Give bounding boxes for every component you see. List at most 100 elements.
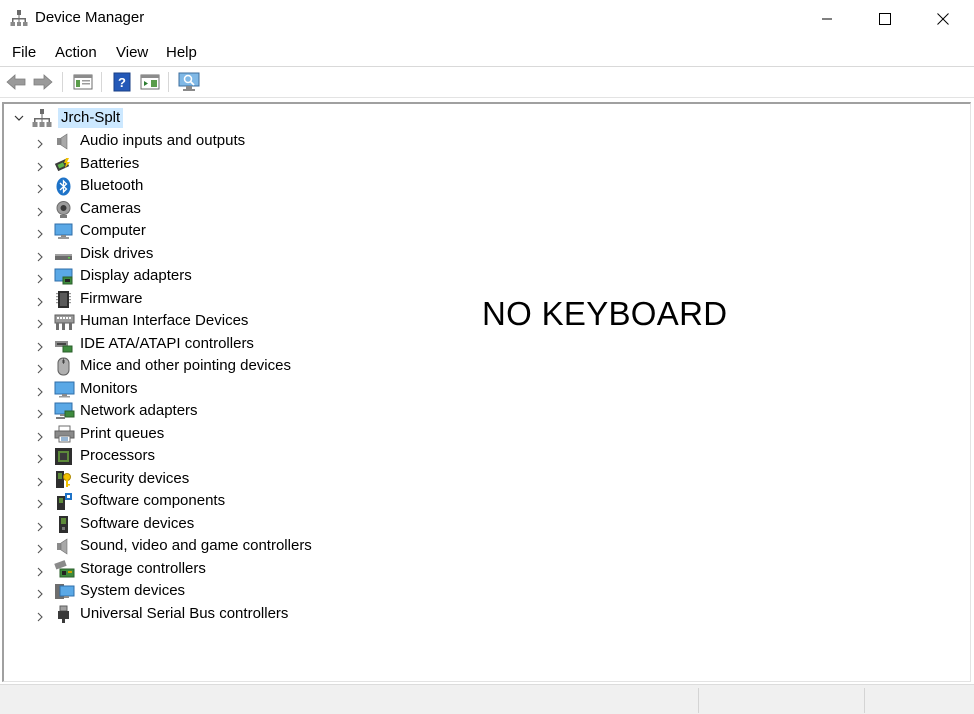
tree-item-label: Cameras (80, 199, 141, 217)
update-driver-icon (140, 74, 160, 90)
chevron-right-icon[interactable] (36, 181, 44, 199)
tree-item-system-devices[interactable]: System devices (4, 580, 404, 603)
properties-button[interactable] (72, 71, 94, 93)
chevron-right-icon[interactable] (36, 249, 44, 267)
tree-item-computer[interactable]: Computer (4, 220, 404, 243)
device-manager-app-icon (10, 9, 28, 27)
tree-item-storage-controllers[interactable]: Storage controllers (4, 558, 404, 581)
hid-icon (54, 312, 75, 331)
chevron-right-icon[interactable] (36, 136, 44, 154)
chevron-right-icon[interactable] (36, 271, 44, 289)
chevron-right-icon[interactable] (36, 159, 44, 177)
tree-item-label: Monitors (80, 379, 138, 397)
chevron-right-icon[interactable] (36, 609, 44, 627)
status-pane (698, 688, 699, 713)
menu-action[interactable]: Action (55, 44, 97, 61)
tree-item-network-adapters[interactable]: Network adapters (4, 400, 404, 423)
forward-button[interactable] (32, 71, 54, 93)
processor-icon (54, 447, 73, 466)
camera-icon (54, 200, 73, 219)
tree-item-label: Security devices (80, 469, 190, 487)
chevron-right-icon[interactable] (36, 541, 44, 559)
tree-root[interactable]: Jrch-Splt (10, 108, 310, 128)
overlay-annotation: NO KEYBOARD (482, 295, 728, 332)
device-tree[interactable]: Jrch-Splt Audio inputs and outputs Batte… (2, 102, 971, 682)
minimize-button[interactable] (798, 0, 856, 38)
svg-text:?: ? (118, 75, 126, 90)
chevron-right-icon[interactable] (36, 361, 44, 379)
properties-icon (73, 74, 93, 90)
tree-item-audio-inputs[interactable]: Audio inputs and outputs (4, 130, 404, 153)
tree-item-label: Display adapters (80, 267, 192, 284)
minimize-icon (822, 18, 832, 20)
toolbar-separator (62, 72, 63, 92)
security-device-icon (54, 470, 73, 489)
menu-help[interactable]: Help (166, 44, 197, 61)
tree-item-label: Batteries (80, 154, 140, 172)
tree-item-label: Computer (80, 222, 146, 239)
tree-item-firmware[interactable]: Firmware (4, 288, 404, 311)
ide-controller-icon (54, 335, 73, 354)
help-button[interactable]: ? (111, 71, 133, 93)
chevron-right-icon[interactable] (36, 226, 44, 244)
chevron-right-icon[interactable] (36, 586, 44, 604)
forward-arrow-icon (33, 74, 53, 90)
tree-item-security-devices[interactable]: Security devices (4, 468, 404, 491)
tree-item-processors[interactable]: Processors (4, 445, 404, 468)
update-driver-button[interactable] (139, 71, 161, 93)
close-button[interactable] (914, 0, 972, 38)
chevron-right-icon[interactable] (36, 204, 44, 222)
chevron-right-icon[interactable] (36, 564, 44, 582)
tree-item-sound-video-game[interactable]: Sound, video and game controllers (4, 535, 404, 558)
menu-bar: File Action View Help (0, 38, 974, 67)
chevron-right-icon[interactable] (36, 294, 44, 312)
tree-root-label[interactable]: Jrch-Splt (58, 108, 124, 128)
chevron-right-icon[interactable] (36, 429, 44, 447)
chevron-right-icon[interactable] (36, 339, 44, 357)
tree-item-batteries[interactable]: Batteries (4, 153, 404, 176)
tree-item-bluetooth[interactable]: Bluetooth (4, 175, 404, 198)
chevron-right-icon[interactable] (36, 474, 44, 492)
disk-drive-icon (54, 245, 73, 264)
tree-item-label: Print queues (80, 424, 165, 442)
maximize-icon (879, 13, 891, 25)
tree-item-mice[interactable]: Mice and other pointing devices (4, 355, 404, 378)
tree-item-display-adapters[interactable]: Display adapters (4, 265, 404, 288)
tree-item-cameras[interactable]: Cameras (4, 198, 404, 221)
menu-view[interactable]: View (116, 44, 148, 61)
scan-hardware-button[interactable] (178, 71, 200, 93)
chevron-right-icon[interactable] (36, 496, 44, 514)
chevron-right-icon[interactable] (36, 451, 44, 469)
tree-item-label: Sound, video and game controllers (80, 537, 312, 554)
tree-item-label: Audio inputs and outputs (80, 132, 246, 149)
maximize-button[interactable] (856, 0, 914, 38)
tree-item-usb-controllers[interactable]: Universal Serial Bus controllers (4, 603, 404, 626)
chevron-right-icon[interactable] (36, 316, 44, 334)
tree-item-ide-controllers[interactable]: IDE ATA/ATAPI controllers (4, 333, 404, 356)
speaker-icon (54, 132, 73, 151)
chevron-right-icon[interactable] (36, 406, 44, 424)
tree-item-disk-drives[interactable]: Disk drives (4, 243, 404, 266)
display-adapter-icon (54, 267, 73, 286)
tree-item-software-components[interactable]: Software components (4, 490, 404, 513)
tree-item-label: Software components (80, 492, 226, 509)
bluetooth-icon (54, 177, 73, 196)
status-bar (0, 684, 974, 714)
back-button[interactable] (5, 71, 27, 93)
tree-item-label: Software devices (80, 514, 195, 532)
chevron-down-icon[interactable] (14, 110, 24, 128)
tree-item-monitors[interactable]: Monitors (4, 378, 404, 401)
toolbar: ? (0, 67, 974, 98)
tree-item-label: IDE ATA/ATAPI controllers (80, 334, 254, 352)
printer-icon (54, 425, 75, 444)
tree-item-print-queues[interactable]: Print queues (4, 423, 404, 446)
chevron-right-icon[interactable] (36, 519, 44, 537)
tree-item-human-interface-devices[interactable]: Human Interface Devices (4, 310, 404, 333)
toolbar-separator (101, 72, 102, 92)
tree-item-software-devices[interactable]: Software devices (4, 513, 404, 536)
chevron-right-icon[interactable] (36, 384, 44, 402)
menu-file[interactable]: File (12, 44, 36, 61)
usb-icon (54, 605, 73, 624)
software-component-icon (54, 492, 73, 511)
tree-item-label: Processors (80, 447, 156, 464)
